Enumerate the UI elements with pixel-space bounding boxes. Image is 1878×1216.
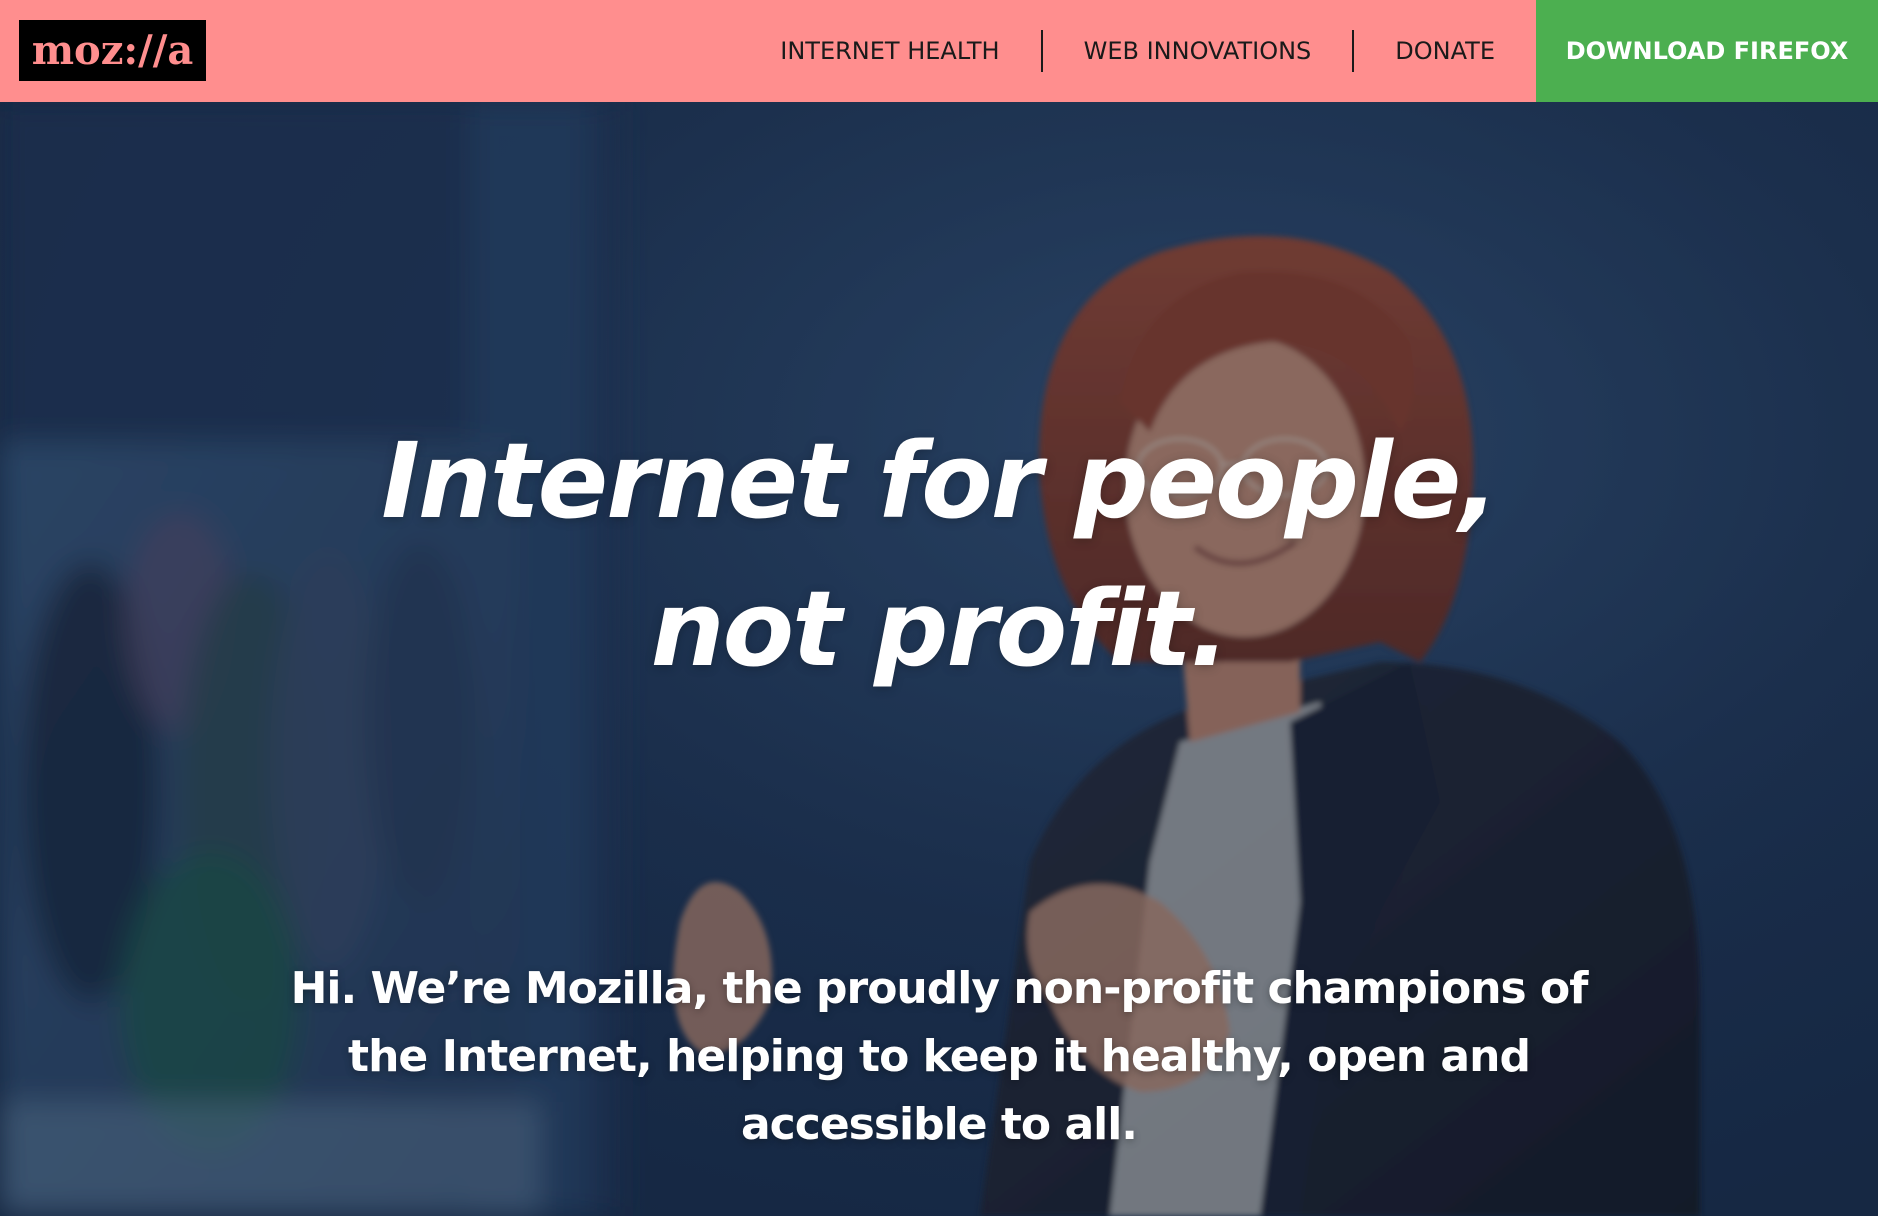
nav-donate[interactable]: DONATE [1354, 0, 1536, 102]
mozilla-logo[interactable]: moz://a [19, 20, 206, 81]
hero-section: Internet for people, not profit. Hi. We’… [0, 102, 1878, 1216]
headline-line-2: not profit. [650, 568, 1230, 690]
nav-web-innovations[interactable]: WEB INNOVATIONS [1043, 0, 1353, 102]
nav-internet-health[interactable]: INTERNET HEALTH [739, 0, 1040, 102]
hero-headline: Internet for people, not profit. [0, 407, 1878, 703]
download-firefox-button[interactable]: DOWNLOAD FIREFOX [1536, 0, 1878, 102]
top-header: moz://a INTERNET HEALTH WEB INNOVATIONS … [0, 0, 1878, 102]
main-nav: INTERNET HEALTH WEB INNOVATIONS DONATE [739, 0, 1536, 102]
hero-intro-text: Hi. We’re Mozilla, the proudly non-profi… [290, 963, 1589, 1150]
mozilla-homepage: moz://a INTERNET HEALTH WEB INNOVATIONS … [0, 0, 1878, 1216]
headline-line-1: Internet for people, [381, 420, 1499, 542]
